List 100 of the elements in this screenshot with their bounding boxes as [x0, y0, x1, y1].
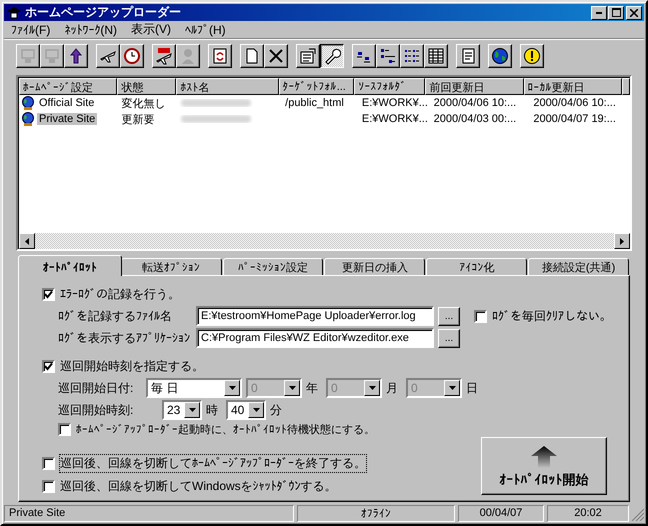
unit-label: 日	[466, 380, 478, 396]
table-cell: 2000/04/06 10:...	[533, 97, 616, 110]
status-panel: Private Site	[4, 505, 294, 522]
column-header[interactable]: ﾎｽﾄ名	[176, 78, 279, 96]
checkbox-label: 巡回後、回線を切断してﾎｰﾑﾍﾟｰｼﾞｱｯﾌﾟﾛｰﾀﾞｰを終了する。	[60, 455, 366, 472]
down-arrow-icon	[288, 386, 296, 390]
dropdown-value: 0	[410, 381, 419, 395]
horizontal-scrollbar[interactable]	[19, 233, 630, 249]
maximize-icon	[612, 8, 620, 17]
down-arrow-icon	[228, 386, 236, 390]
menu-item[interactable]: 表示(V)	[124, 21, 178, 38]
column-header[interactable]: ﾎｰﾑﾍﾟｰｼﾞ設定	[19, 78, 118, 96]
small-icons-view-icon	[379, 47, 397, 66]
dropdown-value: 23	[166, 403, 182, 417]
site-name[interactable]: Official Site	[37, 97, 96, 110]
down-arrow-icon	[368, 386, 376, 390]
dropdown-button[interactable]	[224, 380, 240, 396]
table-cell: 2000/04/07 19:...	[533, 113, 616, 126]
browse-button[interactable]: ...	[438, 328, 460, 348]
person-icon	[179, 47, 197, 66]
status-panel: ｵﾌﾗｲﾝ	[297, 505, 455, 522]
clock-icon	[123, 47, 141, 66]
warning-icon	[523, 47, 541, 66]
tab[interactable]: ｵｰﾄﾊﾟｲﾛｯﾄ	[18, 255, 122, 276]
unit-label: 月	[386, 380, 398, 396]
details-view-icon	[427, 47, 445, 66]
dropdown-value: 0	[250, 381, 259, 395]
properties-icon	[299, 47, 317, 66]
column-header[interactable]: 前回更新日	[425, 78, 524, 96]
site-name[interactable]: Private Site	[37, 113, 98, 126]
toolbar-button[interactable]	[320, 44, 344, 68]
checkbox[interactable]	[42, 457, 55, 470]
autopilot-start-button[interactable]: ｵｰﾄﾊﾟｲﾛｯﾄ開始	[481, 437, 607, 495]
checkbox-label: ﾛｸﾞを毎回ｸﾘｱしない。	[492, 308, 612, 324]
field-label: 巡回開始日付:	[58, 380, 134, 396]
table-cell: 変化無し	[122, 98, 166, 110]
table-cell: 更新要	[122, 114, 155, 126]
checkbox-label: 巡回後、回線を切断してWindowsをｼｬｯﾄﾀﾞｳﾝする。	[60, 478, 337, 495]
right-arrow-icon	[620, 238, 624, 244]
delete-icon	[267, 47, 285, 66]
blurred-text	[181, 115, 252, 124]
checkbox-label: ｴﾗｰﾛｸﾞの記録を行う。	[60, 286, 180, 302]
checkbox[interactable]	[42, 360, 55, 372]
down-arrow-icon	[188, 408, 196, 412]
field-label: ﾛｸﾞを表示するｱﾌﾟﾘｹｰｼｮﾝ	[58, 330, 191, 346]
scroll-right-button[interactable]	[614, 233, 630, 249]
input-field[interactable]: E:¥testroom¥HomePage Uploader¥error.log	[196, 306, 434, 326]
browse-button[interactable]: ...	[438, 306, 460, 326]
checkbox[interactable]	[42, 480, 55, 493]
down-arrow-icon	[448, 386, 456, 390]
menu-item[interactable]: ﾌｧｲﾙ(F)	[4, 22, 58, 37]
table-cell: 2000/04/06 10:...	[434, 97, 516, 110]
tab[interactable]: ｱｲｺﾝ化	[426, 258, 528, 276]
dropdown-button[interactable]	[184, 402, 200, 418]
checkbox-label: 巡回開始時刻を指定する。	[60, 358, 204, 374]
menu-item[interactable]: ﾍﾙﾌﾟ(H)	[178, 22, 233, 37]
unit-label: 時	[206, 402, 218, 418]
down-arrow-icon	[252, 408, 260, 412]
refresh-document-icon	[211, 47, 229, 66]
left-arrow-icon	[25, 238, 29, 244]
column-header[interactable]: ﾛｰｶﾙ更新日	[524, 78, 622, 96]
dropdown-button[interactable]	[248, 402, 264, 418]
checkbox[interactable]	[58, 423, 71, 436]
column-header[interactable]: ﾀｰｹﾞｯﾄﾌｫﾙ...	[278, 78, 354, 96]
dropdown[interactable]: 23	[162, 400, 202, 420]
minimize-icon	[596, 12, 602, 14]
dropdown[interactable]: 毎 日	[146, 378, 242, 398]
up-arrow-icon	[531, 446, 557, 468]
app-icon	[6, 6, 22, 20]
maximize-button[interactable]	[608, 6, 624, 20]
table-cell: E:¥WORK¥...	[362, 113, 428, 126]
column-header[interactable]: ｿｰｽﾌｫﾙﾀﾞ	[354, 78, 426, 96]
field-label: ﾛｸﾞを記録するﾌｧｲﾙ名	[58, 308, 173, 324]
tab[interactable]: 接続設定(共通)	[528, 258, 630, 276]
table-cell: /public_html	[285, 97, 344, 110]
checkbox[interactable]	[42, 288, 55, 300]
window-title: ホームページアップローダー	[25, 4, 182, 21]
minimize-button[interactable]	[591, 6, 607, 20]
close-button[interactable]	[626, 6, 642, 20]
globe-icon	[21, 112, 35, 127]
checkbox-label: ﾎｰﾑﾍﾟｰｼﾞｱｯﾌﾟﾛｰﾀﾞｰ起動時に、ｵｰﾄﾊﾟｲﾛｯﾄ待機状態にする。	[76, 423, 375, 437]
menu-item[interactable]: ﾈｯﾄﾜｰｸ(N)	[57, 22, 124, 37]
checkbox[interactable]	[474, 310, 487, 322]
table-cell: E:¥WORK¥...	[362, 97, 428, 110]
input-field[interactable]: C:¥Program Files¥WZ Editor¥wzeditor.exe	[196, 328, 434, 348]
globe-icon	[491, 47, 509, 66]
scroll-left-button[interactable]	[19, 233, 35, 249]
unit-label: 年	[306, 380, 318, 396]
globe-icon	[21, 96, 35, 111]
dropdown-value: 0	[330, 381, 339, 395]
status-panel: 20:02	[547, 505, 629, 522]
dropdown-value: 毎 日	[150, 380, 180, 396]
table-cell: 2000/04/03 00:...	[434, 113, 516, 126]
tab[interactable]: ﾊﾟｰﾐｯｼｮﾝ設定	[222, 258, 324, 276]
column-header[interactable]: 状態	[117, 78, 176, 96]
dropdown[interactable]: 40	[226, 400, 266, 420]
tab[interactable]: 転送ｵﾌﾟｼｮﾝ	[120, 258, 222, 276]
field-label: 巡回開始時刻:	[58, 402, 134, 418]
tab[interactable]: 更新日の挿入	[324, 258, 426, 276]
status-panel: 00/04/07	[458, 505, 544, 522]
